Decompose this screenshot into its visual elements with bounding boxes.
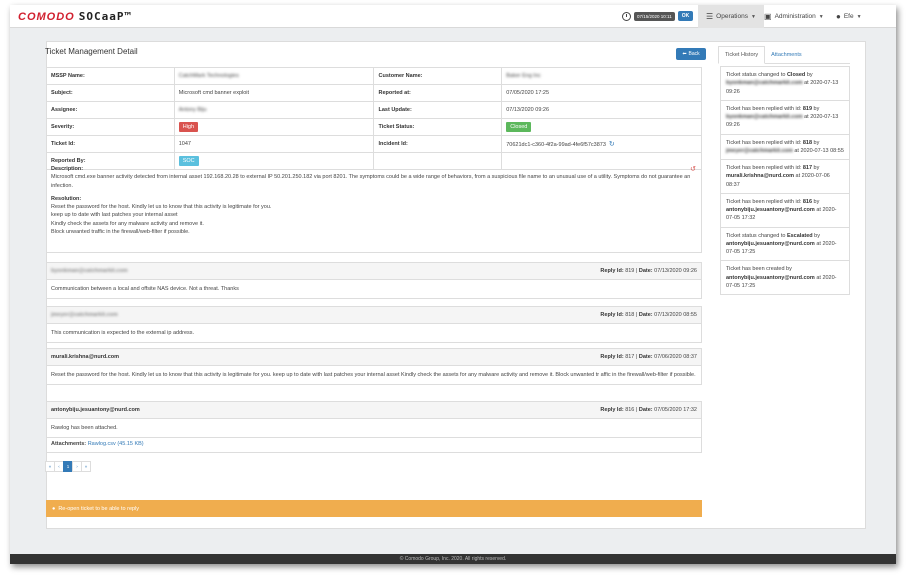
- clock-icon: [622, 11, 631, 21]
- pagination: « ‹ 1 › »: [45, 461, 91, 472]
- briefcase-icon: ▣: [764, 12, 772, 21]
- reply-body: Communication between a local and offsit…: [51, 286, 239, 292]
- resolution-line: Reset the password for the host. Kindly …: [51, 204, 272, 210]
- reply-body: Rawlog has been attached.: [51, 425, 118, 431]
- history-item: Ticket has been replied with id: 816 by …: [721, 194, 849, 228]
- description-text: Microsoft cmd.exe banner activity detect…: [51, 174, 691, 189]
- history-item: Ticket status changed to Escalated by an…: [721, 228, 849, 262]
- reply-body: Reset the password for the host. Kindly …: [51, 372, 696, 378]
- reply-card: antonybiju.jesuantony@nurd.com Reply Id:…: [46, 401, 702, 454]
- resolution-line: Block unwanted traffic in the firewall/w…: [51, 228, 190, 235]
- user-icon: ●: [836, 12, 841, 21]
- server-clock: 07/15/2020 10:11 OK: [622, 11, 694, 21]
- history-item: Ticket status changed to Closed by byonk…: [721, 67, 849, 101]
- history-item: Ticket has been replied with id: 819 by …: [721, 101, 849, 135]
- subject-value: Microsoft cmd banner exploit: [173, 84, 375, 102]
- attachment-link[interactable]: Rawlog.csv (45.15 KB): [88, 441, 144, 447]
- back-button[interactable]: ⬅ Back: [676, 48, 706, 60]
- incident-id-value: 70621dc1-c360-4f2a-99ad-4fe6f57c3873: [506, 142, 606, 148]
- history-item: Ticket has been replied with id: 817 by …: [721, 160, 849, 194]
- assignee-value: Antony Biju: [173, 101, 375, 119]
- reply-author: jmeyer@catchmarkit.com: [51, 312, 118, 318]
- caret-down-icon: ▼: [818, 13, 824, 20]
- top-navbar: COMODO SOCaaP™ 07/15/2020 10:11 OK ☰ Oper…: [10, 5, 896, 28]
- nav-operations[interactable]: ☰ Operations ▼: [698, 5, 764, 28]
- tab-attachments[interactable]: Attachments: [765, 46, 808, 64]
- sidebar-tabs: Ticket History Attachments: [718, 46, 850, 64]
- caret-down-icon: ▼: [856, 13, 862, 20]
- footer: © Comodo Group, Inc. 2020. All rights re…: [10, 554, 896, 564]
- reply-body: This communication is expected to the ex…: [51, 330, 195, 336]
- list-icon: ☰: [706, 12, 714, 21]
- resolution-line: Kindly check the assets for any malware …: [51, 220, 204, 227]
- mssp-name: CatchMark Technologies: [173, 67, 375, 85]
- reply-card: murali.krishna@nurd.com Reply Id: 817 | …: [46, 348, 702, 386]
- page-title: Ticket Management Detail: [45, 47, 138, 56]
- history-item: Ticket has been created by antonybiju.je…: [726, 266, 837, 289]
- tab-ticket-history[interactable]: Ticket History: [718, 46, 766, 64]
- reply-card: jmeyer@catchmarkit.com Reply Id: 818 | D…: [46, 306, 702, 344]
- nav-administration[interactable]: ▣ Administration ▼: [756, 5, 832, 28]
- reply-author: byonkman@catchmarkit.com: [51, 268, 128, 274]
- ticket-details-table: MSSP Name: CatchMark Technologies Custom…: [46, 67, 702, 170]
- history-item: Ticket has been replied with id: 818 by …: [721, 135, 849, 160]
- resolution-line: keep up to date with last patches your i…: [51, 212, 178, 219]
- status-badge: Closed: [506, 122, 532, 132]
- last-update-value: 07/13/2020 09:26: [501, 101, 702, 119]
- clock-ok-badge[interactable]: OK: [677, 11, 694, 21]
- customer-name: Baker Eng Inc: [501, 67, 702, 85]
- reported-at-value: 07/05/2020 17:25: [501, 84, 702, 102]
- ticket-history-list: Ticket status changed to Closed by byonk…: [720, 66, 850, 295]
- reply-author: antonybiju.jesuantony@nurd.com: [51, 407, 140, 413]
- description-box: ↺ Description: Microsoft cmd.exe banner …: [46, 161, 702, 253]
- brand-logo[interactable]: COMODO SOCaaP™: [18, 10, 132, 23]
- severity-badge: High: [178, 122, 199, 132]
- reply-author: murali.krishna@nurd.com: [51, 354, 120, 360]
- ticket-id-value: 1047: [173, 135, 375, 153]
- reopen-icon[interactable]: ↺: [690, 165, 696, 176]
- clock-time: 07/15/2020 10:11: [634, 11, 675, 21]
- arrow-left-icon: ⬅: [682, 51, 687, 57]
- reply-card: byonkman@catchmarkit.com Reply Id: 819 |…: [46, 262, 702, 300]
- refresh-icon[interactable]: ↻: [609, 141, 615, 148]
- nav-user-menu[interactable]: ● Efe ▼: [828, 5, 870, 28]
- page-last[interactable]: »: [81, 461, 91, 472]
- reopen-warning: ● Re-open ticket to be able to reply: [46, 500, 702, 517]
- info-icon: ●: [52, 505, 56, 512]
